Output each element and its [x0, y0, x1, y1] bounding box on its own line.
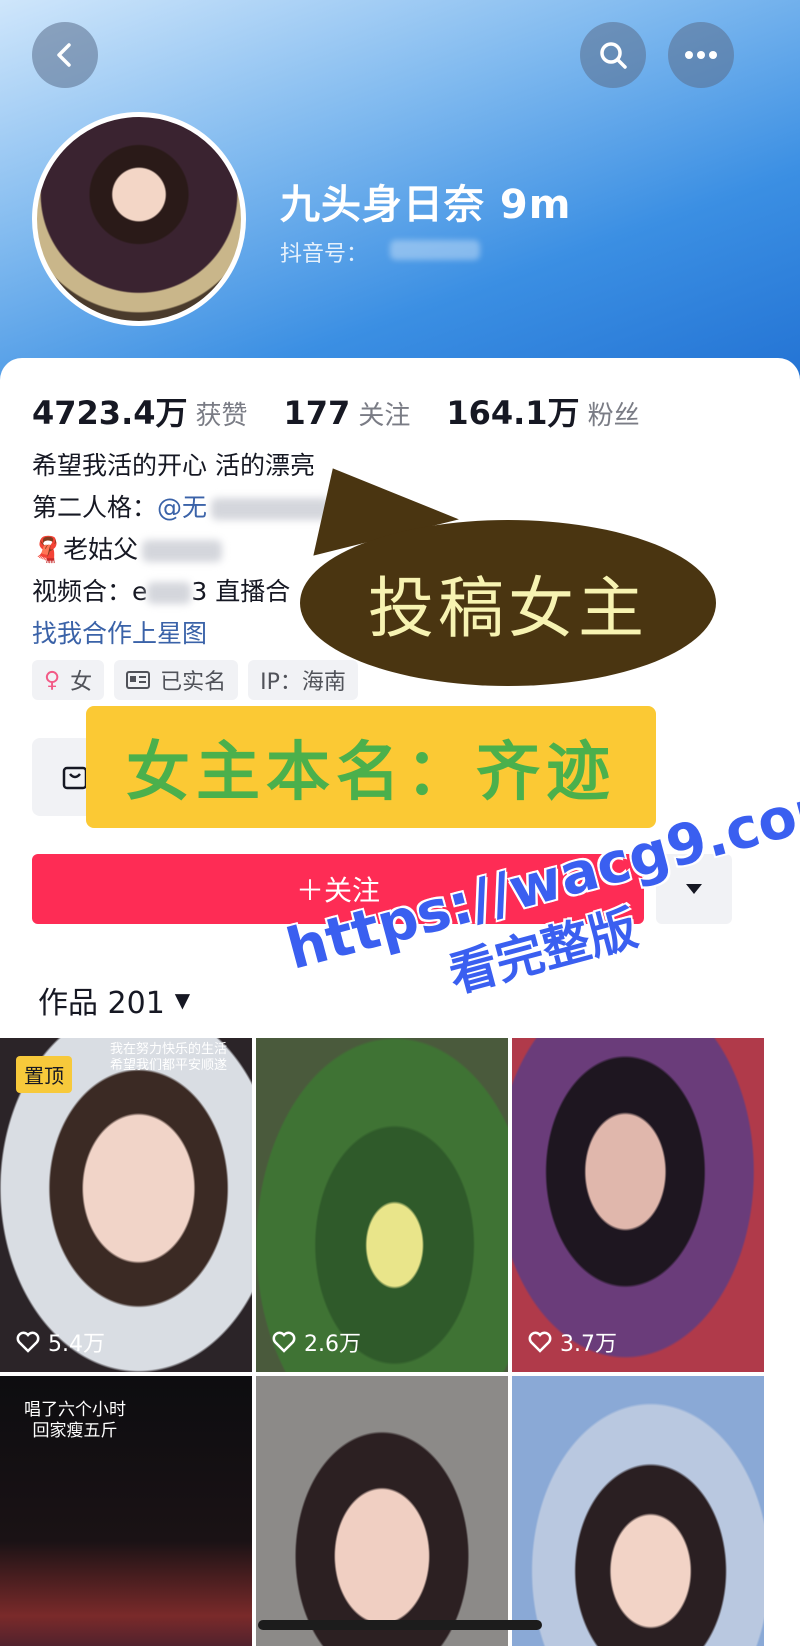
video-caption: 我在努力快乐的生活 希望我们都平安顺遂 [110, 1042, 228, 1074]
tag-gender-label: 女 [70, 670, 93, 695]
home-indicator [258, 1620, 542, 1630]
tags-row: ♀ 女 已实名 IP：海南 [32, 660, 358, 700]
redacted-text [142, 540, 223, 562]
stats-row: 4723.4万 获赞 177 关注 164.1万 粉丝 [32, 388, 676, 434]
bio-line-2-label: 第二人格： [32, 493, 158, 522]
bio-line-3: 🧣老姑父 [32, 530, 223, 566]
tag-verified: 已实名 [114, 660, 239, 700]
tag-ip-label: IP：海南 [260, 670, 346, 695]
followers-count[interactable]: 164.1万 [446, 388, 579, 434]
video-thumbnail[interactable] [512, 1376, 764, 1646]
profile-name: 九头身日奈 9m [280, 182, 572, 228]
star-map-link[interactable]: 找我合作上星图 [32, 614, 207, 650]
search-icon [600, 42, 627, 69]
douyin-id-label: 抖音号： [280, 242, 369, 267]
tag-gender: ♀ 女 [32, 660, 105, 700]
bio-line-4-value2: 3 直播合 [191, 577, 291, 606]
bio-line-3-text: 老姑父 [63, 535, 139, 564]
video-thumbnail[interactable] [256, 1376, 508, 1646]
ellipsis-icon [685, 51, 717, 59]
video-likes-count: 3.7万 [560, 1332, 617, 1357]
likes-label: 获赞 [195, 401, 248, 431]
bio-line-2: 第二人格：@无 [32, 488, 332, 524]
speech-bubble: 投稿女主 [300, 520, 716, 686]
heart-icon [16, 1331, 40, 1353]
heart-icon [528, 1331, 552, 1353]
bio-line-4-value: e [132, 577, 148, 606]
video-grid: 置顶 我在努力快乐的生活 希望我们都平安顺遂 5.4万 2.6万 3.7万 唱了… [0, 1038, 800, 1646]
avatar[interactable] [32, 112, 246, 326]
tag-verified-label: 已实名 [160, 670, 227, 695]
more-options-button[interactable] [668, 22, 734, 88]
video-thumbnail[interactable]: 2.6万 [256, 1038, 508, 1372]
video-thumbnail[interactable]: 置顶 我在努力快乐的生活 希望我们都平安顺遂 5.4万 [0, 1038, 252, 1372]
tag-ip: IP：海南 [248, 660, 358, 700]
female-icon: ♀ [44, 667, 61, 693]
likes-count: 4723.4万 [32, 394, 188, 432]
pinned-badge: 置顶 [16, 1056, 72, 1093]
video-thumbnail[interactable]: 唱了六个小时 回家瘦五斤 [0, 1376, 252, 1646]
video-likes-count: 2.6万 [304, 1332, 361, 1357]
douyin-id-redacted [390, 240, 480, 260]
second-persona-link[interactable]: @无 [157, 493, 207, 522]
video-likes: 5.4万 [16, 1326, 105, 1358]
search-button[interactable] [580, 22, 646, 88]
caret-down-icon: ▼ [174, 988, 191, 1012]
video-thumbnail[interactable]: 3.7万 [512, 1038, 764, 1372]
bio-line-1: 希望我活的开心 活的漂亮 [32, 451, 315, 480]
heart-icon [272, 1331, 296, 1353]
chevron-left-icon [57, 43, 71, 67]
scarf-emoji-icon: 🧣 [32, 535, 64, 564]
id-card-icon [126, 671, 151, 689]
tab-works-label: 作品 201 [38, 986, 165, 1021]
video-caption: 唱了六个小时 回家瘦五斤 [24, 1400, 126, 1442]
back-button[interactable] [32, 22, 98, 88]
bio-line-4-label: 视频合： [32, 577, 133, 606]
video-likes-count: 5.4万 [48, 1332, 105, 1357]
name-banner: 女主本名：齐迹 [86, 706, 656, 828]
tab-works[interactable]: 作品 201 ▼ [38, 978, 190, 1022]
video-likes: 2.6万 [272, 1326, 361, 1358]
following-count[interactable]: 177 [284, 394, 351, 432]
bio-line-4: 视频合：e 3 直播合 [32, 572, 290, 608]
following-label[interactable]: 关注 [358, 395, 410, 432]
followers-label[interactable]: 粉丝 [588, 395, 640, 432]
video-likes: 3.7万 [528, 1326, 617, 1358]
redacted-text [147, 582, 192, 604]
